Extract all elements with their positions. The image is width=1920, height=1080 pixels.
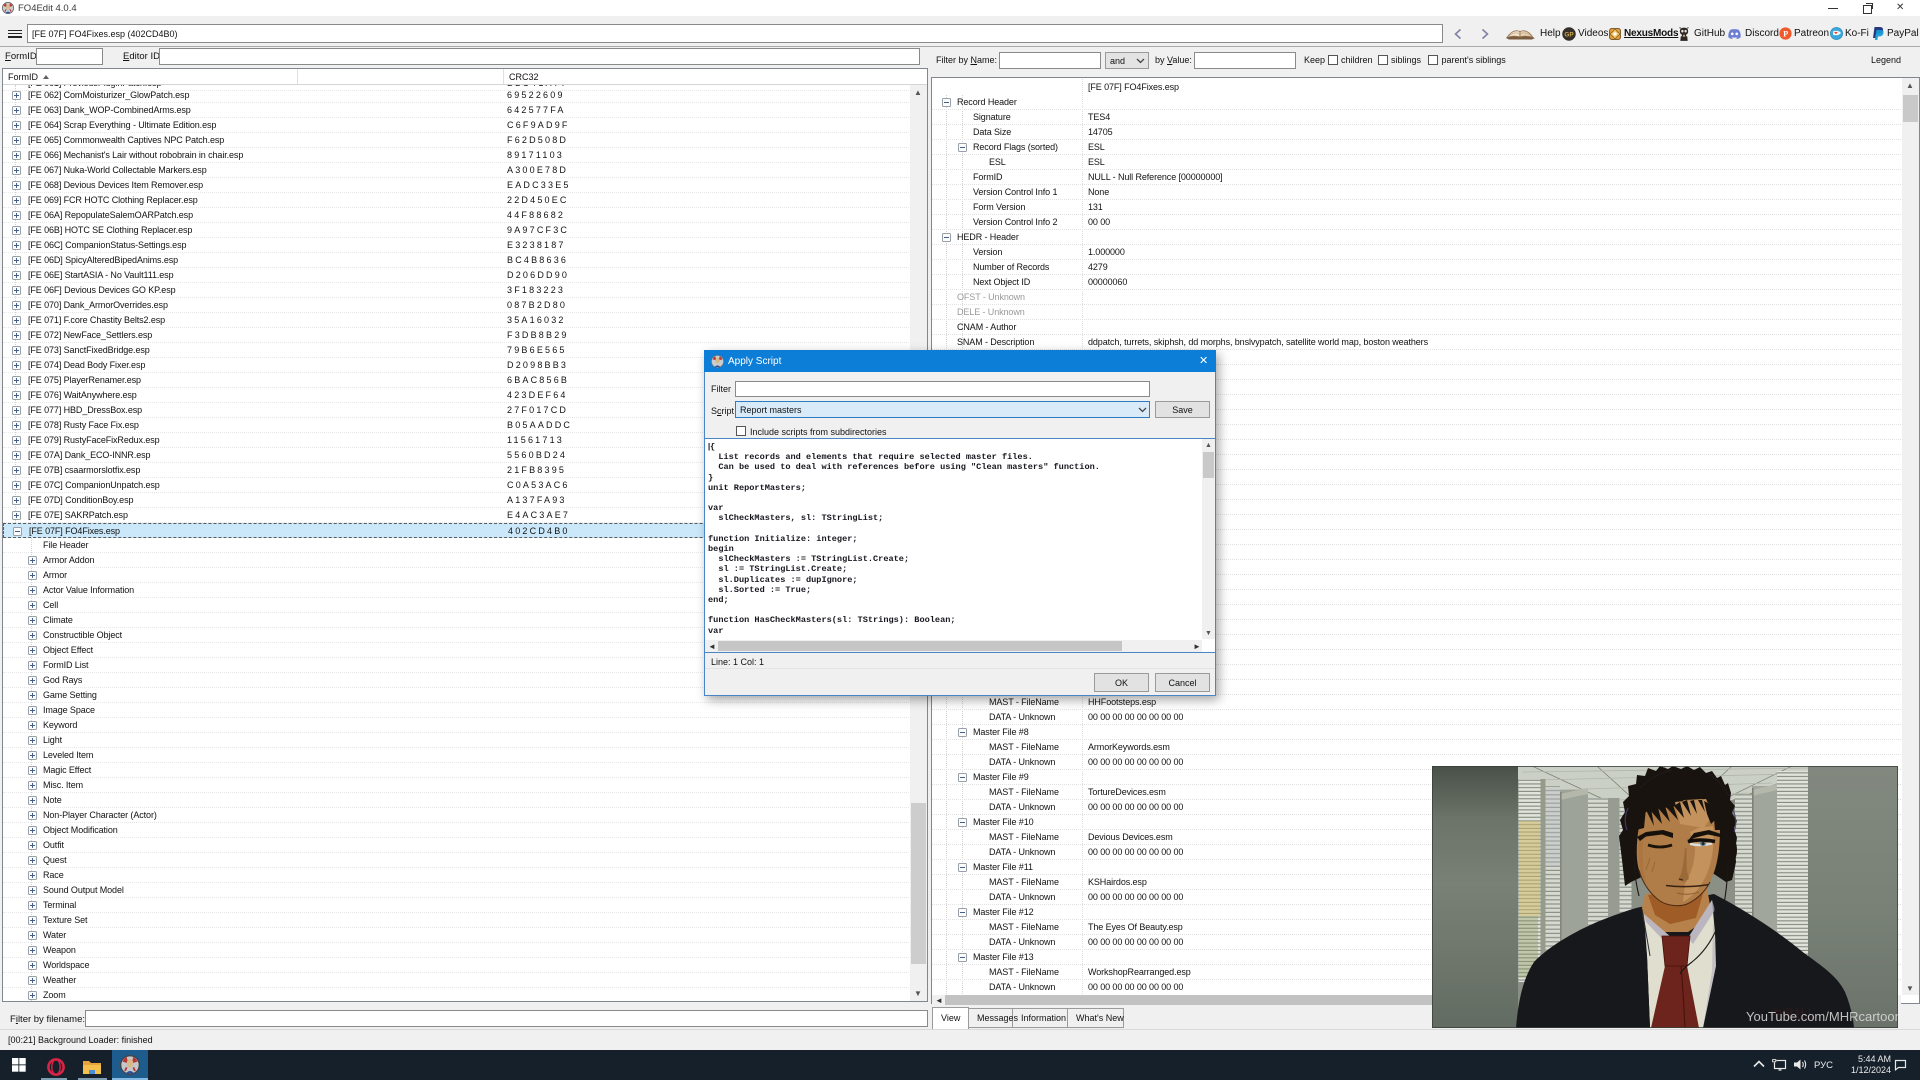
svg-text:GP: GP <box>1564 32 1574 39</box>
svg-text:YouTube.com/MHRcartoon: YouTube.com/MHRcartoon <box>1746 1009 1898 1024</box>
svg-text:P: P <box>1783 30 1788 39</box>
